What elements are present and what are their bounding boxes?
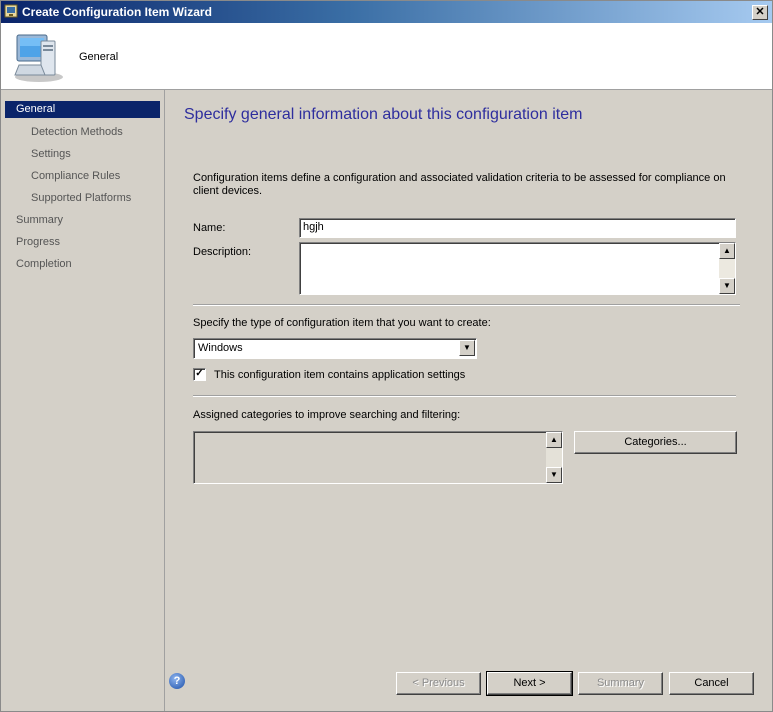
wizard-steps-sidebar: General Detection Methods Settings Compl… <box>1 90 165 711</box>
summary-button[interactable]: Summary <box>578 672 663 695</box>
window-title: Create Configuration Item Wizard <box>22 5 212 19</box>
sidebar-item-general[interactable]: General <box>5 101 160 118</box>
description-input[interactable]: ▲ ▼ <box>299 242 736 295</box>
title-bar[interactable]: Create Configuration Item Wizard ✕ <box>1 1 772 23</box>
page-description: Configuration items define a configurati… <box>193 172 726 197</box>
sidebar-item-summary[interactable]: Summary <box>16 214 63 226</box>
app-settings-checkbox[interactable]: ✓ <box>193 368 206 381</box>
scroll-up-icon[interactable]: ▲ <box>719 243 735 259</box>
sidebar-item-compliance-rules[interactable]: Compliance Rules <box>31 170 120 182</box>
sidebar-item-settings[interactable]: Settings <box>31 148 71 160</box>
sidebar-item-completion[interactable]: Completion <box>16 258 72 270</box>
sidebar-divider <box>164 90 165 711</box>
type-select-value: Windows <box>198 342 243 354</box>
header-title: General <box>79 51 119 63</box>
cancel-button[interactable]: Cancel <box>669 672 754 695</box>
categories-list[interactable]: ▲ ▼ <box>193 431 563 484</box>
next-button[interactable]: Next > <box>486 671 573 696</box>
categories-scrollbar[interactable]: ▲ ▼ <box>546 432 562 483</box>
previous-button[interactable]: < Previous <box>396 672 481 695</box>
app-settings-label: This configuration item contains applica… <box>214 369 466 381</box>
name-input[interactable]: hgjh <box>299 218 736 238</box>
page-heading: Specify general information about this c… <box>184 106 583 123</box>
scroll-down-icon[interactable]: ▼ <box>719 278 735 294</box>
main-content: Specify general information about this c… <box>166 90 772 711</box>
description-scrollbar[interactable]: ▲ ▼ <box>719 243 735 294</box>
name-label: Name: <box>193 222 226 234</box>
scroll-up-icon[interactable]: ▲ <box>546 432 562 448</box>
help-icon[interactable]: ? <box>169 673 185 689</box>
chevron-down-icon[interactable]: ▼ <box>459 340 475 356</box>
close-button[interactable]: ✕ <box>752 5 768 20</box>
wizard-icon <box>4 4 18 18</box>
sidebar-item-progress[interactable]: Progress <box>16 236 60 248</box>
computer-icon <box>14 34 63 82</box>
description-label: Description: <box>193 246 252 258</box>
sidebar-item-supported-platforms[interactable]: Supported Platforms <box>31 192 131 204</box>
wizard-header: General <box>1 23 772 90</box>
categories-label: Assigned categories to improve searching… <box>193 409 461 421</box>
type-select[interactable]: Windows ▼ <box>193 338 477 359</box>
sidebar-item-detection-methods[interactable]: Detection Methods <box>31 126 123 138</box>
separator <box>193 304 740 306</box>
wizard-window: Create Configuration Item Wizard ✕ Gener… <box>0 0 773 712</box>
separator <box>193 395 736 397</box>
type-label: Specify the type of configuration item t… <box>193 317 491 329</box>
scroll-down-icon[interactable]: ▼ <box>546 467 562 483</box>
categories-button[interactable]: Categories... <box>574 431 737 454</box>
